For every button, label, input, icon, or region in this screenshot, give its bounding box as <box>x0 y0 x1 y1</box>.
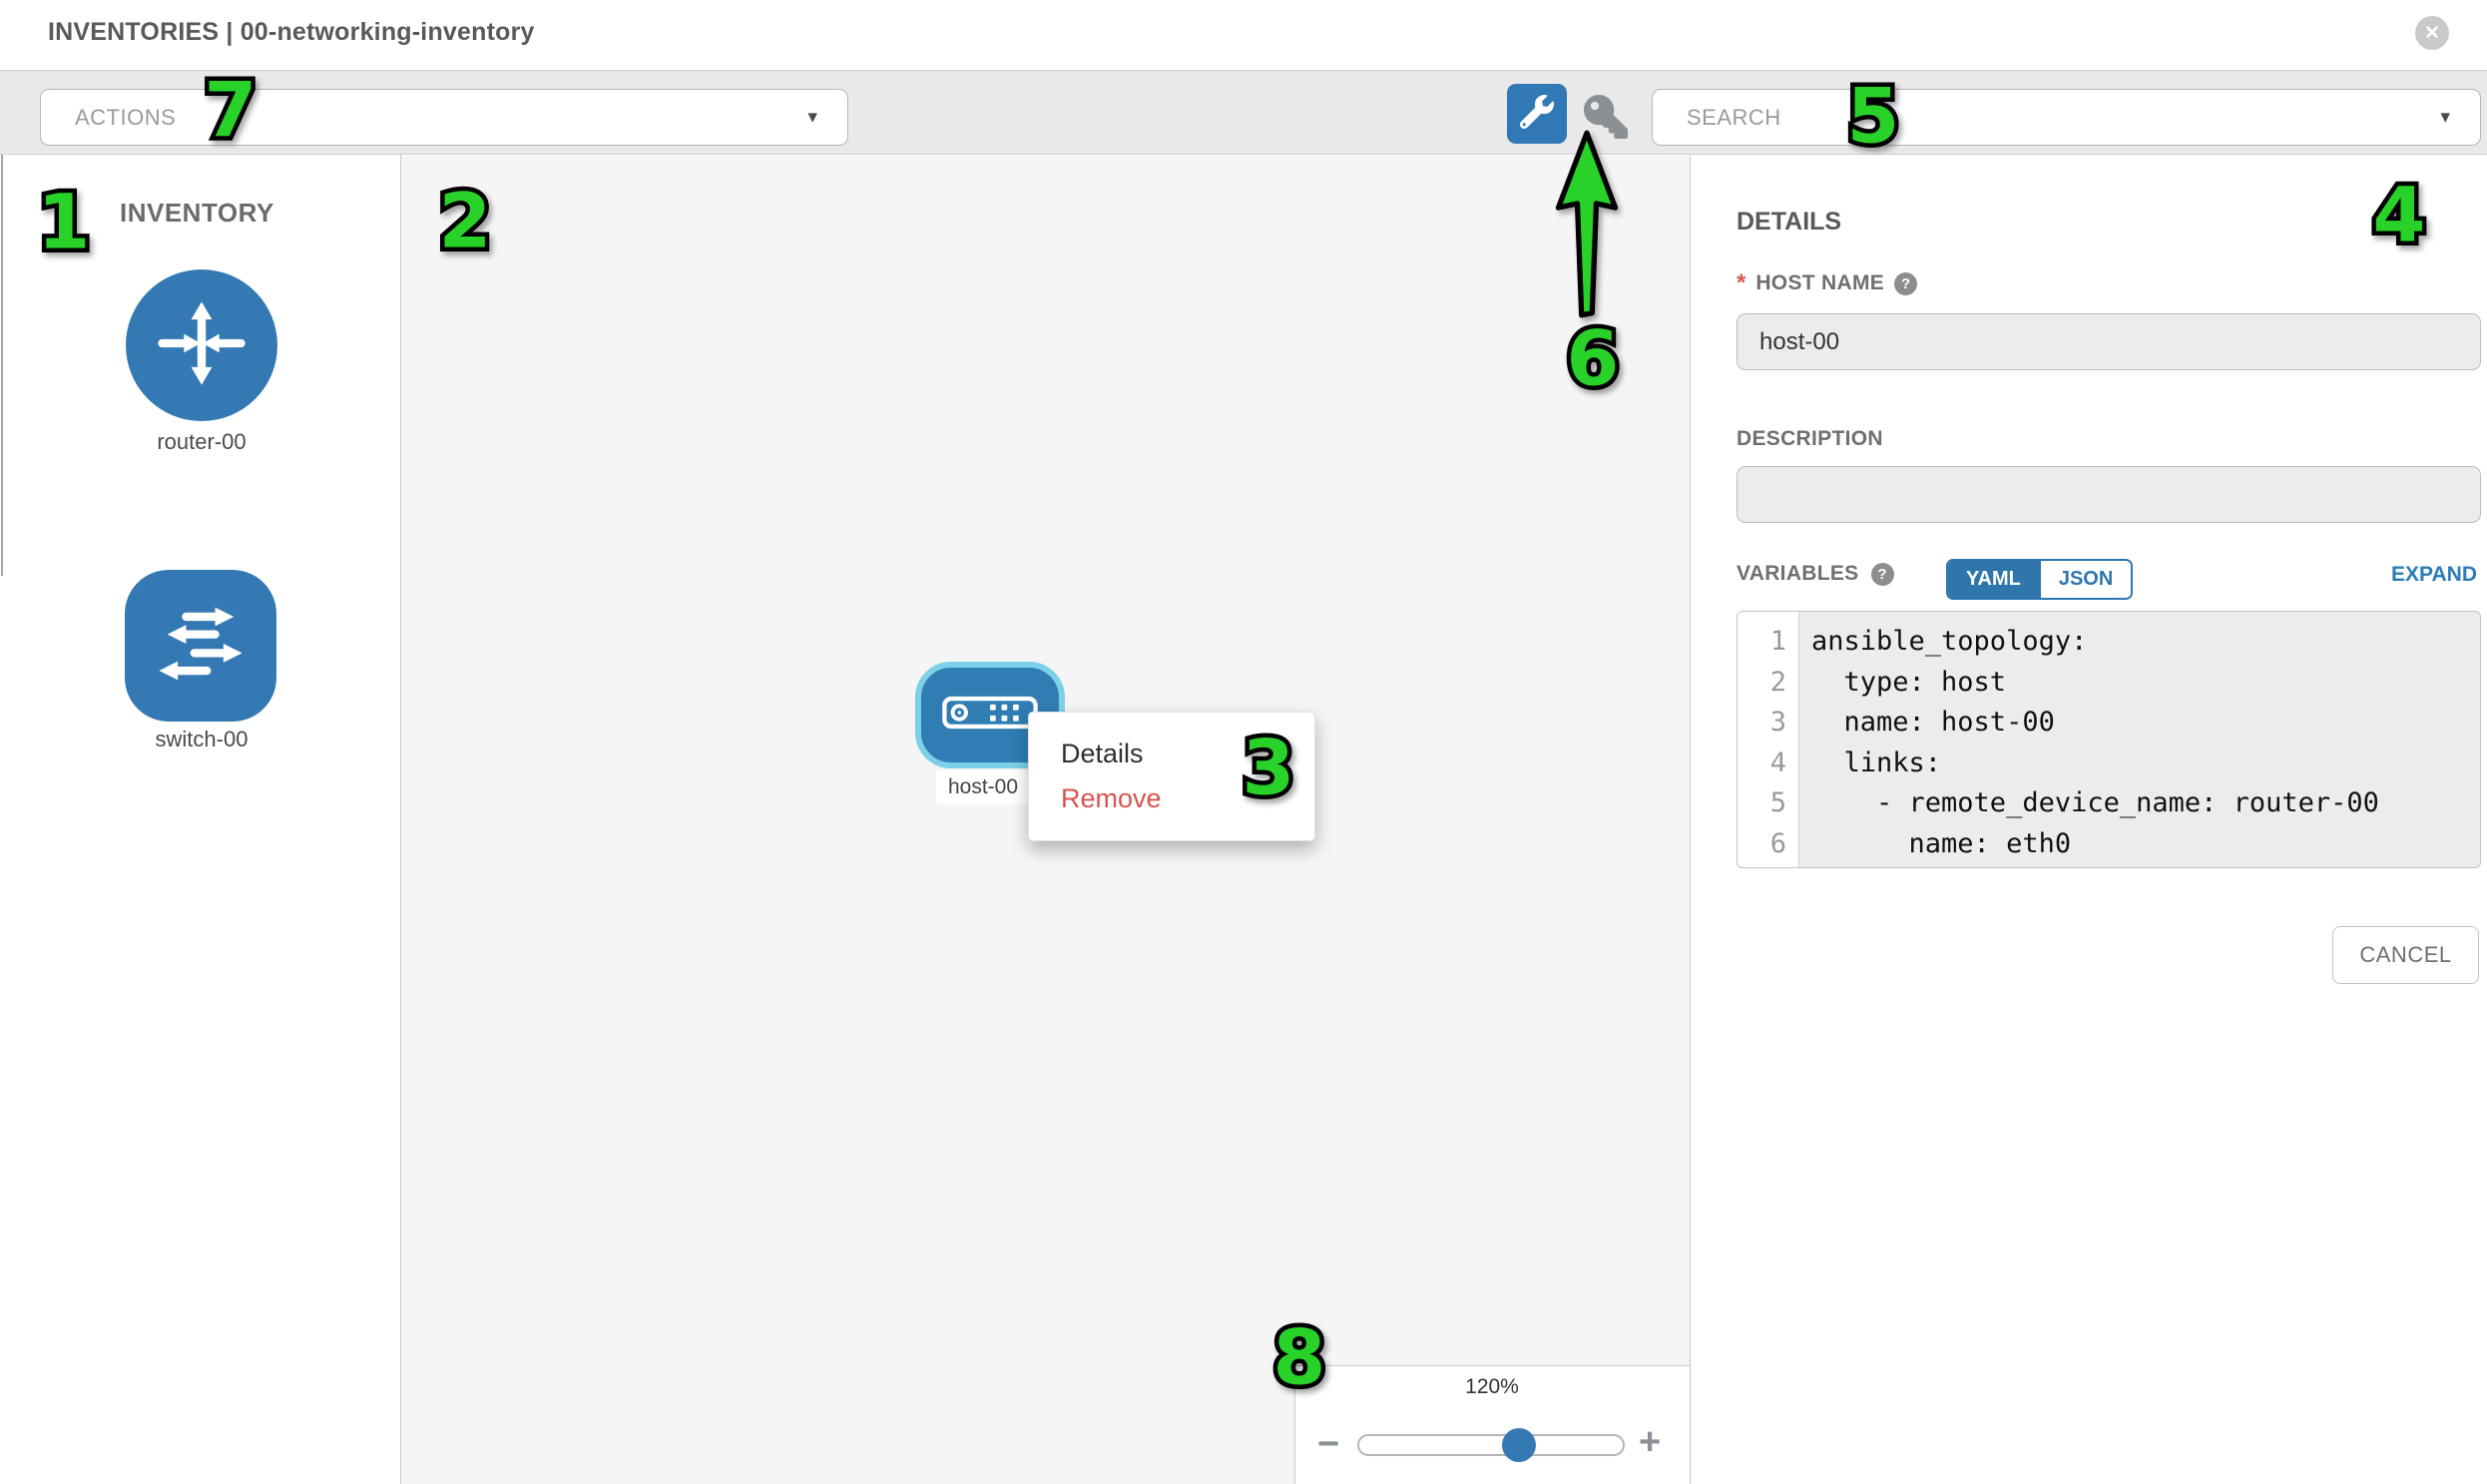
code-line: links: <box>1811 743 2480 784</box>
annotation-2: 2 <box>439 177 492 265</box>
chevron-down-icon: ▾ <box>2440 106 2450 129</box>
zoom-level-value: 120% <box>1294 1375 1690 1399</box>
variables-format-toggle: YAML JSON <box>1946 559 2133 600</box>
actions-dropdown[interactable]: ACTIONS ▾ <box>40 89 848 146</box>
switch-label: switch-00 <box>82 727 321 752</box>
details-panel-heading: DETAILS <box>1737 208 1841 237</box>
canvas-panel-divider <box>1690 155 1691 1484</box>
zoom-slider-track[interactable] <box>1357 1434 1625 1456</box>
question-glyph: ? <box>1901 275 1910 292</box>
annotation-1: 1 <box>38 178 91 266</box>
close-icon: ✕ <box>2424 22 2440 45</box>
server-icon <box>942 696 1038 735</box>
variables-code-editor[interactable]: 1 2 3 4 5 6 7 ansible_topology: type: ho… <box>1737 611 2481 868</box>
page-title: INVENTORIES | 00-networking-inventory <box>48 18 535 47</box>
switch-icon <box>149 592 252 701</box>
zoom-in-button[interactable]: + <box>1639 1423 1661 1461</box>
annotation-7: 7 <box>205 66 257 155</box>
close-button[interactable]: ✕ <box>2415 16 2449 50</box>
sidebar-item-switch[interactable] <box>125 570 276 722</box>
variables-label: VARIABLES <box>1737 562 1859 586</box>
host-name-input[interactable]: host-00 <box>1737 313 2481 370</box>
code-line: name: host-00 <box>1811 703 2480 743</box>
annotation-arrow-up-icon <box>1549 130 1625 324</box>
code-line: name: eth0 <box>1811 824 2480 865</box>
code-line: remote_interface_name: eth0 <box>1811 864 2480 868</box>
router-label: router-00 <box>82 429 321 455</box>
line-number: 3 <box>1738 703 1798 743</box>
search-dropdown-placeholder: SEARCH <box>1653 105 1781 131</box>
line-number: 1 <box>1738 622 1798 663</box>
code-line: ansible_topology: <box>1811 622 2480 663</box>
zoom-slider-handle[interactable] <box>1502 1428 1536 1462</box>
host-name-label: HOST NAME <box>1755 271 1884 295</box>
editor-line-numbers: 1 2 3 4 5 6 7 <box>1738 612 1799 867</box>
expand-link[interactable]: EXPAND <box>2335 563 2477 587</box>
sidebar-canvas-divider <box>400 155 401 1484</box>
sidebar-heading: INVENTORY <box>120 198 274 229</box>
question-glyph: ? <box>1877 566 1886 583</box>
sidebar-accent-line <box>1 155 3 576</box>
code-line: type: host <box>1811 663 2480 704</box>
annotation-6: 6 <box>1567 314 1620 403</box>
line-number: 7 <box>1738 864 1798 868</box>
required-marker: * <box>1737 269 1745 297</box>
help-icon[interactable]: ? <box>1894 272 1917 295</box>
toggle-yaml[interactable]: YAML <box>1948 561 2039 598</box>
sidebar-item-router[interactable] <box>126 269 277 421</box>
annotation-3: 3 <box>1243 724 1295 812</box>
code-line: - remote_device_name: router-00 <box>1811 783 2480 824</box>
host-node-label: host-00 <box>936 770 1030 804</box>
help-icon[interactable]: ? <box>1871 563 1894 586</box>
description-input[interactable] <box>1737 466 2481 523</box>
inventory-topology-app: INVENTORIES | 00-networking-inventory ✕ … <box>0 0 2487 1484</box>
line-number: 2 <box>1738 663 1798 704</box>
cancel-button[interactable]: CANCEL <box>2332 926 2479 984</box>
annotation-5: 5 <box>1847 72 1900 161</box>
wrench-icon <box>1520 95 1554 134</box>
toggle-json[interactable]: JSON <box>2039 561 2131 598</box>
description-label: DESCRIPTION <box>1737 427 1883 451</box>
annotation-4: 4 <box>2373 171 2426 259</box>
router-icon <box>150 291 253 400</box>
chevron-down-icon: ▾ <box>807 106 817 129</box>
search-dropdown[interactable]: SEARCH ▾ <box>1652 89 2481 146</box>
annotation-8: 8 <box>1273 1313 1326 1402</box>
line-number: 4 <box>1738 743 1798 784</box>
line-number: 6 <box>1738 824 1798 865</box>
actions-dropdown-placeholder: ACTIONS <box>41 105 176 131</box>
editor-code[interactable]: ansible_topology: type: host name: host-… <box>1799 612 2480 867</box>
line-number: 5 <box>1738 783 1798 824</box>
zoom-out-button[interactable]: − <box>1317 1425 1339 1463</box>
